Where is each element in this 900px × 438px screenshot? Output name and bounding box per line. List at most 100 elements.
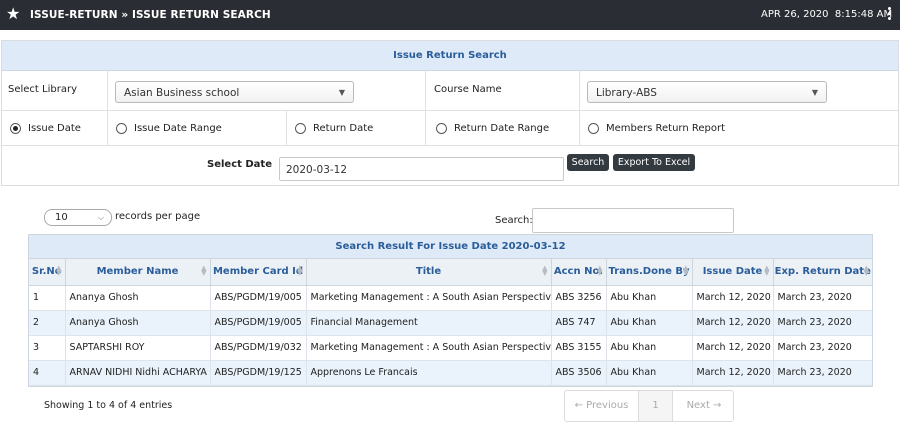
- column-header-label: Title: [415, 266, 442, 278]
- sort-icon[interactable]: ▲ ▼: [542, 265, 547, 277]
- panel-header: Issue Return Search: [2, 41, 898, 71]
- table-cell: Abu Khan: [606, 310, 693, 336]
- table-cell: Financial Management: [306, 310, 552, 336]
- table-cell: March 12, 2020: [692, 310, 774, 336]
- column-header[interactable]: Exp. Return Date ▲ ▼: [773, 259, 872, 286]
- column-header-label: Member Card Id: [212, 266, 304, 278]
- radio-label: Members Return Report: [606, 123, 726, 134]
- date-input[interactable]: 2020-03-12: [279, 157, 564, 181]
- table-cell: ABS/PGDM/19/005: [210, 285, 307, 311]
- column-header-label: Exp. Return Date: [774, 266, 871, 278]
- radio-label: Return Date: [313, 123, 374, 134]
- course-name-label: Course Name: [434, 84, 502, 95]
- divider: [107, 111, 108, 145]
- table-cell: Marketing Management : A South Asian Per…: [306, 285, 552, 311]
- sort-icon[interactable]: ▲ ▼: [201, 265, 206, 277]
- sort-icon[interactable]: ▲ ▼: [297, 265, 302, 277]
- select-library-label: Select Library: [8, 84, 77, 95]
- column-header[interactable]: Issue Date ▲ ▼: [692, 259, 774, 286]
- page-title: ISSUE-RETURN » ISSUE RETURN SEARCH: [30, 9, 271, 21]
- divider: [579, 71, 580, 110]
- table-cell: 2: [29, 310, 66, 336]
- sort-icon[interactable]: ▲ ▼: [56, 265, 61, 277]
- table-cell: March 12, 2020: [692, 360, 774, 386]
- column-header[interactable]: Member Card Id ▲ ▼: [210, 259, 307, 286]
- table-cell: March 23, 2020: [773, 285, 872, 311]
- table-row[interactable]: 3 SAPTARSHI ROY ABS/PGDM/19/032 Marketin…: [29, 335, 872, 361]
- results-caption: Search Result For Issue Date 2020-03-12: [29, 235, 872, 259]
- column-header[interactable]: Title ▲ ▼: [306, 259, 552, 286]
- column-header[interactable]: Trans.Done By ▲ ▼: [606, 259, 693, 286]
- entries-info: Showing 1 to 4 of 4 entries: [44, 400, 173, 411]
- search-button[interactable]: Search: [567, 154, 609, 171]
- page-length-select[interactable]: 10 ⌵: [44, 209, 112, 226]
- select-date-label: Select Date: [207, 159, 272, 170]
- sort-icon[interactable]: ▲ ▼: [764, 265, 769, 277]
- column-header-label: Trans.Done By: [608, 266, 690, 278]
- column-header-label: Issue Date: [702, 266, 763, 278]
- table-search-input[interactable]: [532, 208, 734, 233]
- column-header-label: Member Name: [96, 266, 179, 278]
- column-header[interactable]: Member Name ▲ ▼: [65, 259, 211, 286]
- table-row[interactable]: 2 Ananya Ghosh ABS/PGDM/19/005 Financial…: [29, 310, 872, 336]
- radio-icon[interactable]: [295, 123, 306, 134]
- date-row: Select Date 2020-03-12 Search Export To …: [2, 146, 898, 186]
- column-header[interactable]: Accn No. ▲ ▼: [551, 259, 607, 286]
- top-bar: ★ ISSUE-RETURN » ISSUE RETURN SEARCH APR…: [0, 0, 900, 30]
- table-cell: Marketing Management : A South Asian Per…: [306, 335, 552, 361]
- table-cell: Abu Khan: [606, 360, 693, 386]
- table-row[interactable]: 4 ARNAV NIDHI Nidhi ACHARYA ABS/PGDM/19/…: [29, 360, 872, 386]
- library-row: Select Library Asian Business school ▼ C…: [2, 71, 898, 111]
- radio-label: Issue Date: [28, 123, 81, 134]
- radio-icon[interactable]: [588, 123, 599, 134]
- divider: [579, 111, 580, 145]
- radio-label: Issue Date Range: [134, 123, 222, 134]
- export-to-excel-button[interactable]: Export To Excel: [613, 154, 695, 171]
- page-number-button[interactable]: 1: [639, 391, 673, 421]
- sort-icon[interactable]: ▲ ▼: [864, 265, 869, 277]
- radio-icon[interactable]: [116, 123, 127, 134]
- table-cell: Apprenons Le Francais: [306, 360, 552, 386]
- more-menu-icon[interactable]: [886, 7, 892, 23]
- previous-button[interactable]: ← Previous: [565, 391, 639, 421]
- time-text: 8:15:48 AM: [834, 9, 893, 20]
- table-cell: ABS 3256: [551, 285, 607, 311]
- table-cell: March 23, 2020: [773, 360, 872, 386]
- column-header[interactable]: Sr.No ▲ ▼: [29, 259, 66, 286]
- table-cell: Abu Khan: [606, 335, 693, 361]
- course-select[interactable]: Library-ABS ▼: [587, 81, 827, 103]
- results-table: Search Result For Issue Date 2020-03-12 …: [28, 234, 873, 387]
- library-select[interactable]: Asian Business school ▼: [115, 81, 354, 103]
- datetime: APR 26, 2020 8:15:48 AM: [761, 9, 892, 20]
- table-cell: ABS 3506: [551, 360, 607, 386]
- table-cell: SAPTARSHI ROY: [65, 335, 211, 361]
- table-cell: March 12, 2020: [692, 335, 774, 361]
- issue-return-search-panel: Issue Return Search Select Library Asian…: [1, 40, 899, 186]
- chevron-down-icon: ▼: [338, 88, 345, 97]
- table-cell: ABS 3155: [551, 335, 607, 361]
- table-row[interactable]: 1 Ananya Ghosh ABS/PGDM/19/005 Marketing…: [29, 285, 872, 311]
- sort-icon[interactable]: ▲ ▼: [683, 265, 688, 277]
- radio-icon[interactable]: [436, 123, 447, 134]
- star-icon[interactable]: ★: [6, 5, 20, 23]
- date-input-value: 2020-03-12: [286, 164, 348, 176]
- header-row: Sr.No ▲ ▼ Member Name ▲ ▼ Member Card Id ▲ ▼ T…: [29, 259, 872, 286]
- table-cell: ABS/PGDM/19/032: [210, 335, 307, 361]
- records-per-page-label: records per page: [115, 211, 201, 222]
- radio-label: Return Date Range: [454, 123, 550, 134]
- table-cell: March 12, 2020: [692, 285, 774, 311]
- divider: [425, 111, 426, 145]
- table-cell: March 23, 2020: [773, 310, 872, 336]
- chevron-down-icon: ▼: [811, 88, 818, 97]
- column-header-label: Accn No.: [553, 266, 604, 278]
- divider: [425, 71, 426, 110]
- search-label: Search:: [495, 215, 533, 226]
- next-button[interactable]: Next →: [673, 391, 735, 421]
- course-select-value: Library-ABS: [596, 87, 657, 99]
- radio-icon[interactable]: [10, 123, 21, 134]
- sort-icon[interactable]: ▲ ▼: [597, 265, 602, 277]
- table-cell: ABS/PGDM/19/005: [210, 310, 307, 336]
- table-cell: 1: [29, 285, 66, 311]
- table-cell: Ananya Ghosh: [65, 310, 211, 336]
- divider: [107, 71, 108, 110]
